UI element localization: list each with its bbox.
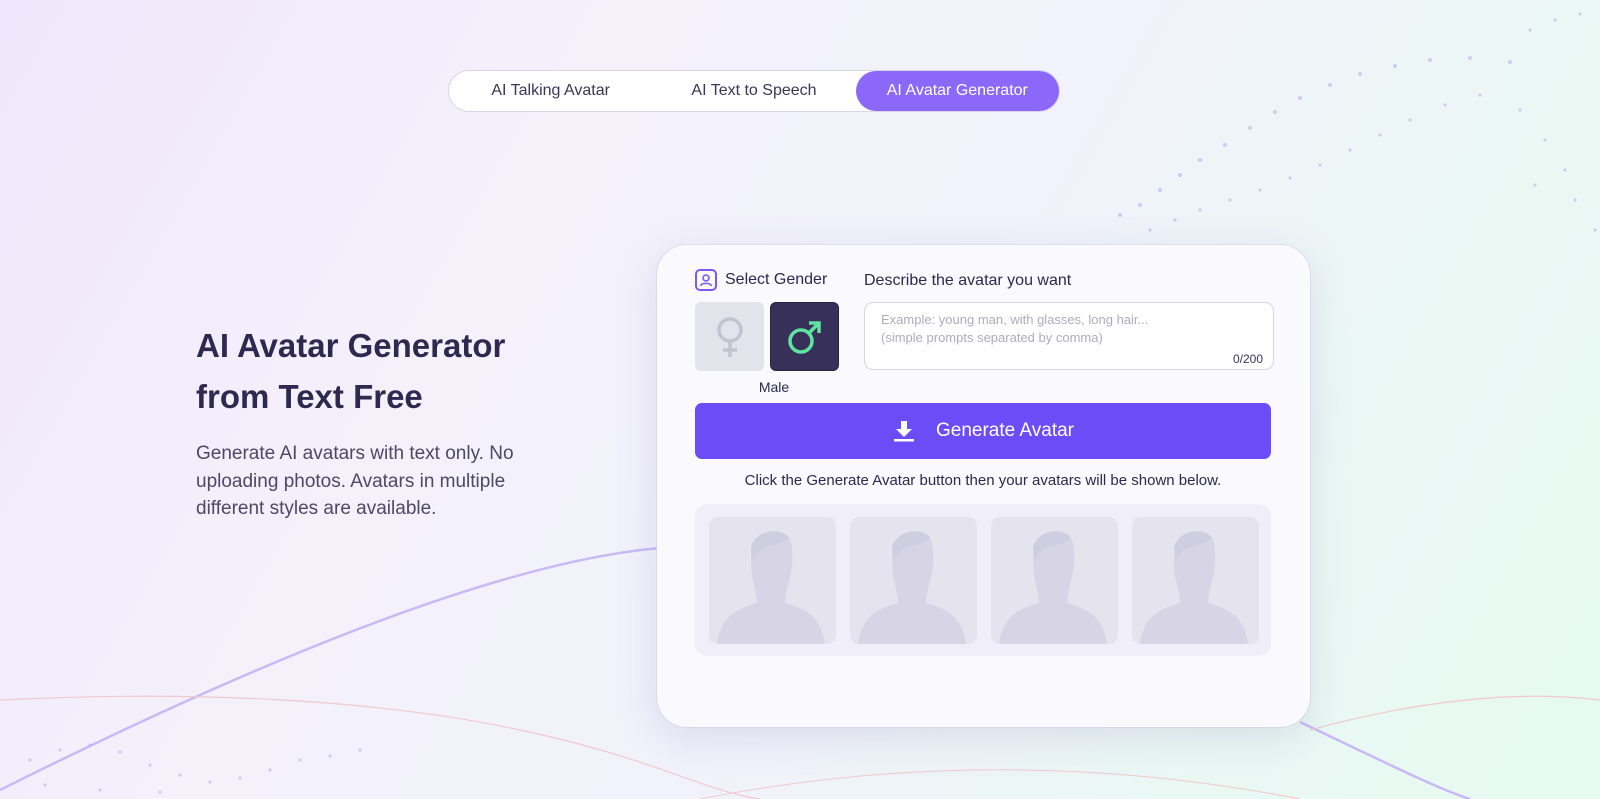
avatar-silhouette-icon [858,531,966,644]
female-icon [716,316,743,357]
download-icon [893,421,914,442]
avatar-results-area [695,504,1271,656]
user-icon [695,269,717,291]
page-description-line-1: Generate AI avatars with text only. No [196,443,514,464]
tab-bar: AI Talking Avatar AI Text to Speech AI A… [448,70,1060,112]
avatar-placeholder [709,517,836,644]
gender-male-button[interactable] [770,302,839,371]
selected-gender-label: Male [758,379,790,395]
male-icon [787,320,821,354]
select-gender-label: Select Gender [725,271,828,288]
generate-avatar-label: Generate Avatar [935,420,1075,441]
avatar-placeholder [1132,517,1259,644]
avatar-silhouette-icon [999,531,1107,644]
tab-ai-text-to-speech[interactable]: AI Text to Speech [652,71,855,111]
prompt-box: 0/200 [864,302,1274,370]
page-description-line-3: different styles are available. [196,498,437,519]
avatar-silhouette-icon [1140,531,1248,644]
tab-ai-avatar-generator[interactable]: AI Avatar Generator [855,71,1059,111]
avatar-placeholder [850,517,977,644]
generate-avatar-button[interactable]: Generate Avatar [695,403,1271,459]
page-title: AI Avatar Generator from Text Free [196,320,616,422]
page-description: Generate AI avatars with text only. No u… [196,440,566,523]
describe-avatar-label: Describe the avatar you want [864,272,1072,289]
generate-hint: Click the Generate Avatar button then yo… [744,472,1222,489]
tab-ai-talking-avatar[interactable]: AI Talking Avatar [449,71,652,111]
page-description-line-2: uploading photos. Avatars in multiple [196,470,506,492]
avatar-placeholder [991,517,1118,644]
avatar-description-input[interactable] [865,303,1273,369]
avatar-silhouette-icon [717,531,825,644]
character-counter: 0/200 [1232,352,1263,366]
avatar-generator-card: Select Gender Describe the avatar you wa… [657,245,1310,727]
gender-female-button[interactable] [695,302,764,371]
page-title-line-1: AI Avatar Generator [196,327,506,364]
select-gender-heading: Select Gender [695,269,827,291]
page-title-line-2: from Text Free [196,378,423,415]
